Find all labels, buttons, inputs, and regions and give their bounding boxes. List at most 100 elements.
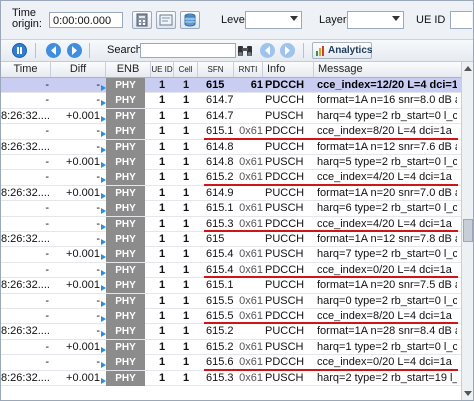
- column-header-rnti[interactable]: RNTI: [234, 62, 263, 77]
- expand-arrow-icon[interactable]: [101, 344, 106, 353]
- table-row[interactable]: 8:26:32.... +0.001 PHY 1 1 614.7 PUSCH harq=4 t…: [1, 108, 461, 125]
- chevron-down-icon: [392, 16, 400, 21]
- arrow-right-icon: [72, 46, 77, 55]
- table-row[interactable]: 8:26:32.... - PHY 1 1 615 PUCCH format=1A n=12 …: [1, 232, 461, 248]
- database-button[interactable]: [180, 11, 200, 29]
- table-row[interactable]: 8:26:32.... - PHY 1 1 614.8 PUCCH format=1A n=1…: [1, 139, 461, 155]
- table-row[interactable]: - - PHY 1 1 615 61 PDCCH cce_index=12/20 L=4 dci…: [1, 78, 461, 94]
- calculator-icon: [136, 13, 148, 27]
- cell-enb: PHY: [106, 293, 145, 309]
- cell-message: format=1A n=28 snr=8.4 dB ack=1: [317, 325, 457, 338]
- cell-rnti: 0x61: [239, 248, 263, 261]
- expand-arrow-icon[interactable]: [101, 359, 106, 369]
- cell-enb: PHY: [106, 124, 145, 140]
- cell-ue-id: 1: [158, 156, 166, 168]
- analytics-button[interactable]: Analytics: [312, 42, 372, 59]
- expand-arrow-icon[interactable]: [101, 82, 106, 91]
- cell-ue-id: 1: [158, 140, 166, 153]
- search-input[interactable]: [140, 43, 236, 58]
- column-header-diff[interactable]: Diff: [51, 62, 106, 77]
- back-button[interactable]: [46, 43, 61, 58]
- cell-info: PUSCH: [265, 294, 304, 307]
- table-row[interactable]: 8:26:32.... +0.001 PHY 1 1 615.3 0x61 PUSCH harq…: [1, 370, 461, 386]
- cell-ue-id: 1: [158, 202, 166, 215]
- expand-arrow-icon[interactable]: [101, 144, 106, 153]
- cell-enb: PHY: [106, 339, 145, 355]
- column-header-sfn[interactable]: SFN: [198, 62, 234, 77]
- info-button[interactable]: [12, 43, 27, 58]
- table-row[interactable]: 8:26:32.... - PHY 1 1 615.2 PUCCH format=1A n=2…: [1, 324, 461, 340]
- cell-info: PUSCH: [265, 248, 304, 261]
- column-header-ue-id[interactable]: UE ID: [151, 62, 174, 77]
- expand-arrow-icon[interactable]: [101, 128, 106, 138]
- ue-id-select[interactable]: [450, 11, 472, 29]
- cell-ue-id: 1: [158, 233, 166, 245]
- table-row[interactable]: 8:26:32.... +0.001 PHY 1 1 615.1 PUCCH format=1…: [1, 278, 461, 294]
- scrollbar-thumb[interactable]: [463, 219, 473, 242]
- expand-arrow-icon[interactable]: [101, 205, 106, 215]
- expand-arrow-icon[interactable]: [101, 251, 106, 261]
- cell-enb: PHY: [106, 324, 145, 340]
- expand-arrow-icon[interactable]: [101, 174, 106, 184]
- cell-ue-id: 1: [158, 340, 166, 353]
- table-row[interactable]: - - PHY 1 1 615.5 0x61 PUSCH harq=0 type=2 rb_st…: [1, 293, 461, 309]
- cell-time: -: [45, 125, 49, 138]
- highlight-underline: [204, 183, 458, 186]
- search-next-button[interactable]: [280, 43, 295, 58]
- scroll-up-icon[interactable]: [464, 66, 472, 71]
- cell-time: 8:26:32....: [1, 233, 50, 245]
- cell-info: PUSCH: [265, 371, 304, 384]
- highlight-underline: [204, 276, 458, 279]
- expand-arrow-icon[interactable]: [101, 298, 106, 307]
- column-header-info[interactable]: Info: [263, 62, 314, 77]
- cell-message: harq=6 type=2 rb_start=0 l_crb=: [317, 202, 457, 215]
- layer-select[interactable]: [347, 11, 404, 29]
- expand-arrow-icon[interactable]: [101, 282, 106, 292]
- column-header-time[interactable]: Time: [1, 62, 51, 77]
- expand-arrow-icon[interactable]: [101, 313, 106, 322]
- chevron-down-icon: [290, 16, 298, 21]
- cell-time: -: [45, 79, 49, 91]
- toolbar-divider: [303, 43, 304, 58]
- table-row[interactable]: - +0.001 PHY 1 1 615.4 0x61 PUSCH harq=7 type=2 …: [1, 247, 461, 263]
- time-settings-button[interactable]: [156, 11, 176, 29]
- table-row[interactable]: - +0.001 PHY 1 1 614.8 0x61 PUSCH harq=5 type=2 …: [1, 155, 461, 171]
- table-row[interactable]: - - PHY 1 1 615.1 0x61 PUSCH harq=6 type=2 rb_st…: [1, 201, 461, 217]
- time-origin-input[interactable]: 0:00:00.000: [49, 12, 123, 28]
- cell-ue-id: 1: [158, 248, 166, 261]
- binoculars-button[interactable]: [237, 42, 253, 59]
- cell-ue-id: 1: [158, 279, 166, 292]
- expand-arrow-icon[interactable]: [101, 113, 106, 122]
- table-row[interactable]: - +0.001 PHY 1 1 615.2 0x61 PUSCH harq=1 type=2 …: [1, 339, 461, 356]
- calculator-button[interactable]: [132, 11, 152, 29]
- cell-info: PUSCH: [265, 202, 304, 215]
- cell-cell: 1: [182, 294, 190, 307]
- expand-arrow-icon[interactable]: [101, 190, 106, 199]
- cell-enb: PHY: [106, 232, 145, 247]
- layer-label: Layer: [319, 14, 347, 26]
- search-label: Search: [107, 44, 142, 56]
- expand-arrow-icon[interactable]: [101, 328, 106, 338]
- expand-arrow-icon[interactable]: [101, 159, 106, 168]
- cell-cell: 1: [182, 186, 190, 199]
- expand-arrow-icon[interactable]: [101, 221, 106, 230]
- cell-diff: +0.001: [66, 156, 100, 168]
- search-prev-button[interactable]: [260, 43, 275, 58]
- column-header-cell[interactable]: Cell: [174, 62, 198, 77]
- expand-arrow-icon[interactable]: [101, 97, 106, 107]
- expand-arrow-icon[interactable]: [101, 236, 106, 245]
- level-select[interactable]: [245, 11, 302, 29]
- vertical-scrollbar[interactable]: [461, 62, 473, 400]
- cell-rnti: [239, 278, 263, 293]
- table-row[interactable]: 8:26:32.... +0.001 PHY 1 1 614.9 PUCCH format=1…: [1, 185, 461, 202]
- cell-ue-id: 1: [158, 79, 166, 91]
- expand-arrow-icon[interactable]: [101, 267, 106, 276]
- scroll-down-icon[interactable]: [464, 391, 472, 396]
- cell-cell: 1: [182, 356, 190, 369]
- table-row[interactable]: - - PHY 1 1 614.7 PUCCH format=1A n=16 snr=8.0 …: [1, 93, 461, 109]
- analytics-label: Analytics: [328, 45, 373, 56]
- expand-arrow-icon[interactable]: [101, 375, 106, 384]
- column-header-enb[interactable]: ENB: [106, 62, 151, 77]
- forward-button[interactable]: [67, 43, 82, 58]
- column-header-message[interactable]: Message: [314, 62, 461, 77]
